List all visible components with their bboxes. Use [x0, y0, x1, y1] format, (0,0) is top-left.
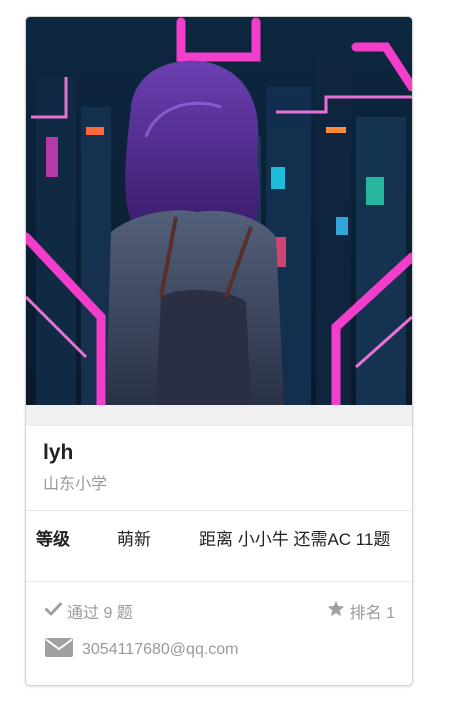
avatar-image[interactable] — [26, 17, 412, 405]
username[interactable]: lyh — [43, 441, 73, 465]
next-level-requirement: 距离 小小牛 还需AC 11题 — [199, 530, 391, 549]
rank-text: 排名 1 — [349, 605, 395, 622]
check-icon — [45, 602, 62, 621]
user-info: lyh 山东小学 — [26, 425, 412, 510]
level-value: 萌新 — [117, 530, 151, 549]
solved-text: 通过 9 题 — [67, 605, 133, 622]
card-extra: 通过 9 题 排名 1 3054117680@qq.com — [26, 581, 412, 685]
email-text[interactable]: 3054117680@qq.com — [82, 641, 239, 659]
level-label: 等级 — [36, 530, 70, 549]
user-card: lyh 山东小学 等级 萌新 距离 小小牛 还需AC 11题 通过 9 题 排名… — [25, 16, 413, 686]
star-icon — [327, 600, 345, 622]
solved-count: 通过 9 题 — [45, 599, 133, 623]
image-divider — [26, 405, 412, 425]
envelope-icon — [45, 638, 73, 662]
rank: 排名 1 — [327, 599, 395, 623]
email: 3054117680@qq.com — [45, 638, 239, 662]
level-row: 等级 萌新 距离 小小牛 还需AC 11题 — [26, 510, 412, 582]
school-name: 山东小学 — [43, 476, 108, 493]
